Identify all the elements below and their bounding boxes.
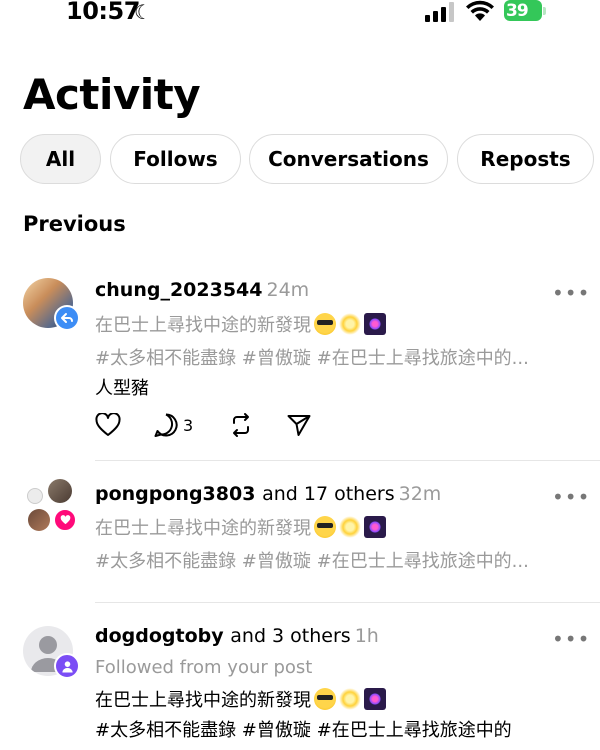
status-time: 10:57 [66,0,140,25]
divider [95,460,600,461]
repost-button[interactable] [228,410,254,440]
username-line: chung_2023544 24m [95,279,309,301]
reply-arrow-icon [61,313,73,323]
reply-count: 3 [183,415,194,435]
tab-all-label: All [45,147,76,171]
heart-icon [95,413,121,436]
tab-reposts-label: Reposts [480,147,571,171]
wifi-icon [466,0,494,21]
reply-text: 人型豬 [95,378,149,399]
send-icon [287,415,311,436]
quoted-post: 在巴士上尋找中途的新發現 [95,311,585,337]
like-badge [53,508,77,532]
person-icon [61,660,73,673]
tab-conversations[interactable]: Conversations [249,134,448,184]
cellular-signal-icon [425,2,454,22]
hashtags: #太多相不能盡錄 #曾傲璇 #在巴士上尋找旅途中的... [95,551,529,572]
quoted-text: 在巴士上尋找中途的新發現 [95,315,311,336]
username[interactable]: pongpong3803 [95,483,255,505]
avatar-small [27,488,43,504]
avatar[interactable] [28,509,50,531]
sunglasses-emoji-icon [314,688,336,710]
moon-icon: ☾ [134,0,152,24]
heart-icon [60,515,70,525]
glowing-star-emoji-icon [339,516,361,538]
quoted-post: 在巴士上尋找中途的新發現 [95,514,585,540]
repost-badge [54,305,80,331]
tab-conversations-label: Conversations [268,147,429,171]
status-bar: 10:57 ☾ 39 [0,0,600,26]
sunglasses-emoji-icon [314,313,336,335]
quoted-text: 在巴士上尋找中途的新發現 [95,690,311,711]
battery-level: 39 [506,1,529,21]
quoted-text: 在巴士上尋找中途的新發現 [95,518,311,539]
action-row: 3 [95,410,395,440]
quoted-post: 在巴士上尋找中途的新發現 [95,686,585,712]
follow-badge [54,653,80,679]
fireworks-emoji-icon [364,516,386,538]
page-title: Activity [23,70,201,119]
username-line: pongpong3803 and 17 others 32m [95,483,441,505]
hashtags: #太多相不能盡錄 #曾傲璇 #在巴士上尋找旅途中的... [95,348,529,369]
activity-item[interactable]: chung_2023544 24m ••• 在巴士上尋找中途的新發現 #太多相不能… [0,270,600,460]
others-count: and 3 others [230,625,351,647]
repost-icon [233,413,249,437]
tab-follows[interactable]: Follows [110,134,241,184]
tab-follows-label: Follows [133,147,218,171]
hashtags: #太多相不能盡錄 #曾傲璇 #在巴士上尋找旅途中的 [95,720,512,741]
timestamp: 24m [266,279,310,301]
avatar[interactable] [48,479,72,503]
fireworks-emoji-icon [364,313,386,335]
username[interactable]: chung_2023544 [95,279,262,301]
timestamp: 32m [398,483,442,505]
tab-reposts[interactable]: Reposts [457,134,594,184]
reply-button[interactable]: 3 [153,410,193,440]
activity-subtitle: Followed from your post [95,657,313,678]
more-options-icon[interactable]: ••• [552,283,590,303]
username-line: dogdogtoby and 3 others 1h [95,625,379,647]
divider [95,602,600,603]
tab-all[interactable]: All [20,134,101,184]
more-options-icon[interactable]: ••• [552,629,590,649]
glowing-star-emoji-icon [339,688,361,710]
fireworks-emoji-icon [364,688,386,710]
glowing-star-emoji-icon [339,313,361,335]
section-heading: Previous [23,212,126,236]
activity-item[interactable]: dogdogtoby and 3 others 1h ••• Followed f… [0,612,600,750]
battery-icon: 39 [504,0,546,22]
like-button[interactable] [95,410,121,440]
username[interactable]: dogdogtoby [95,625,224,647]
more-options-icon[interactable]: ••• [552,487,590,507]
share-button[interactable] [286,410,312,440]
comment-icon [154,413,178,437]
timestamp: 1h [354,625,379,647]
others-count: and 17 others [262,483,395,505]
activity-item[interactable]: pongpong3803 and 17 others 32m ••• 在巴士上尋找… [0,470,600,600]
sunglasses-emoji-icon [314,516,336,538]
